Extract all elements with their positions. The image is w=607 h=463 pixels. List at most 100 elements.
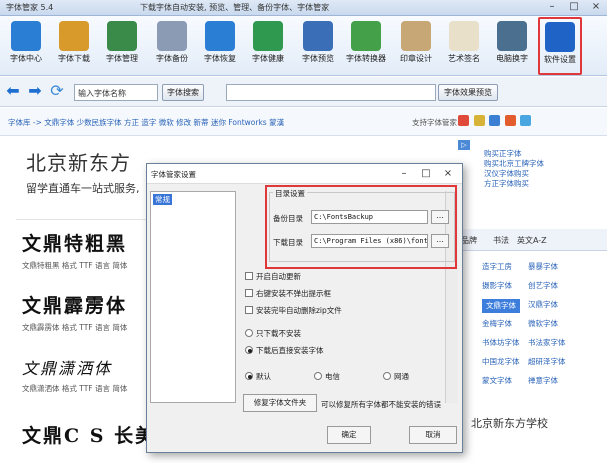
checkbox[interactable] [245,272,253,280]
toolbar-font-backup-button[interactable]: 字体备份 [150,18,194,74]
radio-label: 只下载不安装 [256,329,301,338]
font-brand-link[interactable]: 暴暴字体 [528,261,566,275]
dialog-maximize-icon[interactable]: □ [419,167,433,181]
weibo-icon[interactable] [458,115,469,126]
dialog-titlebar[interactable]: 字体管家设置 – □ × [147,164,462,184]
checkbox[interactable] [245,289,253,297]
option-label: 开启自动更新 [256,272,301,281]
toolbar-pc-font-swap-button[interactable]: 电脑换字 [490,18,534,74]
option-auto-update[interactable]: 开启自动更新 [245,271,301,282]
ad-banner[interactable]: 北京新东方 留学直通车一站式服务, [26,147,140,196]
font-brand-link[interactable]: 超研泽字体 [528,356,566,370]
tab-calligraphy[interactable]: 书法 [493,235,509,246]
dialog-close-icon[interactable]: × [441,167,455,181]
font-list-item[interactable]: 文鼎霹雳体 文鼎霹雳体 格式 TTF 语言 简体 [22,291,127,333]
download-dir-label: 下载目录 [273,238,303,247]
toolbar-font-download-button[interactable]: 字体下载 [52,18,96,74]
renren-icon[interactable] [489,115,501,126]
ad-close-icon[interactable]: ▷ [458,140,470,150]
tab-brand[interactable]: 品牌 [461,235,477,246]
font-search-input[interactable]: 输入字体名称 [74,84,158,101]
repair-folder-button[interactable]: 修复字体文件夹 [243,394,317,412]
minimize-icon[interactable]: – [541,0,563,15]
radio[interactable] [245,329,253,337]
side-link[interactable]: 汉仪字体购买 [484,169,544,179]
toolbar-seal-design-button[interactable]: 印章设计 [394,18,438,74]
toolbar-font-restore-button[interactable]: 字体恢复 [198,18,242,74]
radio[interactable] [314,372,322,380]
category-links[interactable]: 字体库 -> 文鼎字体 少数民族字体 方正 造字 微软 修改 新蒂 迷你 Fon… [8,117,284,128]
category-general[interactable]: 常规 [153,194,172,205]
ok-button[interactable]: 确定 [327,426,371,444]
social-icons [458,115,533,128]
radio[interactable] [245,346,253,354]
toolbar-label: 软件设置 [544,55,576,64]
tab-english[interactable]: 英文A-Z [517,235,547,246]
right-tabs: 品牌 书法 英文A-Z [455,229,607,251]
font-search-button[interactable]: 字体搜索 [162,84,204,101]
close-icon[interactable]: × [585,0,607,15]
radio-download-install[interactable]: 下载后直接安装字体 [245,345,324,356]
font-brand-link[interactable]: 造字工房 [482,261,520,275]
window-titlebar: 字体管家 5.4 下载字体自动安装, 预览、管理、备份字体、字体管家 – □ × [0,0,607,16]
font-brand-link[interactable]: 汉鼎字体 [528,299,566,313]
maximize-icon[interactable]: □ [563,0,585,15]
font-brand-link[interactable]: 书体坊字体 [482,337,520,351]
preview-button[interactable]: 字体效果预览 [438,84,498,101]
font-brand-link[interactable]: 禅意字体 [528,375,566,389]
dialog-title: 字体管家设置 [151,170,196,179]
backup-browse-button[interactable]: ... [431,210,449,224]
radio-download-only[interactable]: 只下载不安装 [245,328,301,339]
backup-dir-input[interactable]: C:\FontsBackup [311,210,428,224]
font-health-icon [253,21,283,51]
side-link[interactable]: 购买正字体 [484,149,544,159]
toolbar-font-manage-button[interactable]: 字体管理 [100,18,144,74]
font-brand-link[interactable]: 中国龙字体 [482,356,520,370]
settings-dialog: 字体管家设置 – □ × 常规 目录设置 备份目录 C:\FontsBackup… [146,163,463,453]
font-brand-link[interactable]: 蒙文字体 [482,375,520,389]
cancel-button[interactable]: 取消 [409,426,457,444]
download-browse-button[interactable]: ... [431,234,449,248]
back-arrow-icon[interactable]: ⬅ [4,82,22,100]
radio[interactable] [383,372,391,380]
radio-network-netcom[interactable]: 网通 [383,371,409,382]
font-brand-link[interactable]: 书法家字体 [528,337,566,351]
bottom-ad[interactable]: 北京新东方学校 [455,411,607,463]
kaixin-icon[interactable] [504,115,516,126]
font-restore-icon [205,21,235,51]
toolbar-art-signature-button[interactable]: 艺术签名 [442,18,486,74]
side-link[interactable]: 购买北京工牌字体 [484,159,544,169]
font-list-item[interactable]: 文鼎特粗黑 文鼎特粗黑 格式 TTF 语言 简体 [22,229,127,271]
font-brand-link[interactable]: 金梅字体 [482,318,520,332]
toolbar-font-health-button[interactable]: 字体健康 [246,18,290,74]
font-brand-link[interactable]: 创艺字体 [528,280,566,294]
side-link[interactable]: 方正字体购买 [484,179,544,189]
checkbox[interactable] [245,306,253,314]
radio-network-default[interactable]: 默认 [245,371,271,382]
main-toolbar: 字体中心 字体下载 字体管理 字体备份 字体恢复 字体健康 字体预览 字体转换器 印章设计 艺术签… [0,16,607,76]
font-brand-link[interactable]: 文鼎字体 [482,299,520,313]
option-delete-zip[interactable]: 安装完毕自动删除zip文件 [245,305,342,316]
qzone-icon[interactable] [473,115,485,126]
download-dir-input[interactable]: C:\Program Files (x86)\fontsoft\d [311,234,428,248]
font-brand-link[interactable]: 微软字体 [528,318,566,332]
radio[interactable] [245,372,253,380]
refresh-icon[interactable]: ⟳ [48,82,66,100]
tqq-icon[interactable] [520,115,532,126]
toolbar-font-preview-button[interactable]: 字体预览 [296,18,340,74]
forward-arrow-icon[interactable]: ➡ [26,82,44,100]
radio-label: 下载后直接安装字体 [256,346,324,355]
preview-text-input[interactable] [226,84,436,101]
option-no-prompt[interactable]: 右键安装不弹出提示框 [245,288,331,299]
toolbar-font-center-button[interactable]: 字体中心 [4,18,48,74]
bottom-ad-text: 北京新东方学校 [471,417,548,430]
font-list-item[interactable]: 文鼎潇洒体 文鼎潇洒体 格式 TTF 语言 简体 [22,355,127,394]
dialog-minimize-icon[interactable]: – [397,167,411,181]
font-brand-link[interactable]: 摄影字体 [482,280,520,294]
option-label: 安装完毕自动删除zip文件 [256,306,342,315]
toolbar-settings-button[interactable]: 软件设置 [538,17,582,75]
radio-network-telecom[interactable]: 电信 [314,371,340,382]
toolbar-label: 印章设计 [400,54,432,63]
toolbar-label: 艺术签名 [448,54,480,63]
toolbar-font-converter-button[interactable]: 字体转换器 [344,18,388,74]
